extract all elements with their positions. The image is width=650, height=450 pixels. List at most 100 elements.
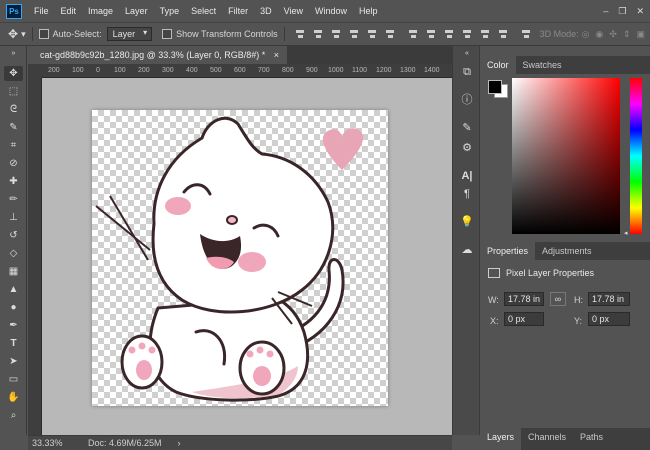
menu-3d[interactable]: 3D <box>254 0 278 22</box>
roll-3d-icon[interactable]: ◉ <box>596 29 604 40</box>
ruler-tick: 700 <box>258 67 270 74</box>
distribute-right-icon[interactable] <box>497 28 509 40</box>
status-menu-icon[interactable]: › <box>178 438 181 448</box>
auto-select-checkbox[interactable] <box>38 29 49 39</box>
vertical-ruler[interactable] <box>28 78 42 435</box>
tab-properties[interactable]: Properties <box>480 242 536 260</box>
left-toe-pad <box>138 342 146 350</box>
scale-3d-icon[interactable]: ▣ <box>636 29 645 40</box>
menu-image[interactable]: Image <box>82 0 119 22</box>
tab-paths[interactable]: Paths <box>573 428 610 450</box>
menu-layer[interactable]: Layer <box>119 0 154 22</box>
hue-slider[interactable] <box>630 78 642 234</box>
link-dimensions-icon[interactable]: ∞ <box>550 292 566 306</box>
history-panel-icon[interactable]: ⧉ <box>459 64 475 80</box>
menu-edit[interactable]: Edit <box>55 0 83 22</box>
distribute-top-icon[interactable] <box>407 28 419 40</box>
tab-layers[interactable]: Layers <box>480 428 522 450</box>
menu-filter[interactable]: Filter <box>222 0 254 22</box>
close-tab-icon[interactable]: × <box>274 50 279 60</box>
y-field[interactable]: 0 px <box>588 312 630 326</box>
slide-3d-icon[interactable]: ⇕ <box>623 29 631 40</box>
tab-color[interactable]: Color <box>480 56 516 74</box>
info-panel-icon[interactable]: ⓘ <box>459 92 475 108</box>
foreground-color-swatch[interactable] <box>488 80 502 94</box>
width-field[interactable]: 17.78 in <box>504 292 544 306</box>
height-label: H: <box>574 295 583 305</box>
align-bottom-icon[interactable] <box>330 28 342 40</box>
brush-tool-icon[interactable]: ✏ <box>4 192 23 207</box>
rectangle-tool-icon[interactable]: ▭ <box>4 372 23 387</box>
ruler-tick: 200 <box>48 67 60 74</box>
menu-select[interactable]: Select <box>185 0 222 22</box>
distribute-hcenter-icon[interactable] <box>479 28 491 40</box>
show-transform-checkbox[interactable] <box>162 29 173 39</box>
menu-view[interactable]: View <box>278 0 309 22</box>
ruler-tick: 200 <box>138 67 150 74</box>
distribute-vcenter-icon[interactable] <box>425 28 437 40</box>
pen-tool-icon[interactable]: ✒ <box>4 318 23 333</box>
zoom-level[interactable]: 33.33% <box>32 438 82 448</box>
color-picker-field[interactable] <box>512 78 620 234</box>
align-left-icon[interactable] <box>348 28 360 40</box>
tab-adjustments[interactable]: Adjustments <box>535 242 599 260</box>
brushes-panel-icon[interactable]: ✎ <box>459 120 475 136</box>
quick-select-tool-icon[interactable]: ✎ <box>4 120 23 135</box>
align-top-icon[interactable] <box>294 28 306 40</box>
tab-channels[interactable]: Channels <box>521 428 573 450</box>
blur-tool-icon[interactable]: ▲ <box>4 282 23 297</box>
clone-stamp-tool-icon[interactable]: ⊥ <box>4 210 23 225</box>
horizontal-ruler[interactable]: 200 100 0 100 200 300 400 500 600 700 80… <box>42 64 452 78</box>
crop-tool-icon[interactable]: ⌗ <box>4 138 23 153</box>
close-icon[interactable]: ✕ <box>636 6 644 17</box>
learn-panel-icon[interactable]: 💡 <box>459 214 475 230</box>
menu-type[interactable]: Type <box>154 0 186 22</box>
align-hcenter-icon[interactable] <box>366 28 378 40</box>
move-tool-icon[interactable]: ✥ <box>4 66 23 81</box>
height-field[interactable]: 17.78 in <box>588 292 630 306</box>
type-tool-icon[interactable]: T <box>4 336 23 351</box>
restore-icon[interactable]: ❐ <box>618 6 626 17</box>
paragraph-panel-icon[interactable]: ¶ <box>459 186 475 202</box>
auto-align-icon[interactable] <box>520 28 532 40</box>
document-title: cat-gd88b9c92b_1280.jpg @ 33.3% (Layer 0… <box>40 50 266 60</box>
hand-tool-icon[interactable]: ✋ <box>4 390 23 405</box>
x-field[interactable]: 0 px <box>504 312 544 326</box>
menu-window[interactable]: Window <box>309 0 353 22</box>
character-panel-icon[interactable]: A| <box>459 168 475 184</box>
move-tool-icon[interactable]: ✥ <box>8 27 18 41</box>
color-panel-tabs: Color Swatches <box>480 56 650 74</box>
history-brush-tool-icon[interactable]: ↺ <box>4 228 23 243</box>
lasso-tool-icon[interactable]: ᘓ <box>4 102 23 117</box>
eraser-tool-icon[interactable]: ◇ <box>4 246 23 261</box>
brush-settings-icon[interactable]: ⚙ <box>459 140 475 156</box>
zoom-tool-icon[interactable]: ⌕ <box>4 408 23 423</box>
menu-file[interactable]: File <box>28 0 55 22</box>
ruler-origin[interactable] <box>28 64 42 78</box>
collapse-dock-icon[interactable]: « <box>459 50 475 58</box>
menu-help[interactable]: Help <box>353 0 384 22</box>
path-selection-tool-icon[interactable]: ➤ <box>4 354 23 369</box>
tab-swatches[interactable]: Swatches <box>516 56 569 74</box>
gradient-tool-icon[interactable]: ▦ <box>4 264 23 279</box>
document-canvas[interactable] <box>92 110 388 406</box>
align-right-icon[interactable] <box>384 28 396 40</box>
align-vcenter-icon[interactable] <box>312 28 324 40</box>
healing-brush-tool-icon[interactable]: ✚ <box>4 174 23 189</box>
orbit-3d-icon[interactable]: ◎ <box>582 29 590 40</box>
hue-slider-handle-icon[interactable]: ◂ <box>624 230 630 237</box>
distribute-bottom-icon[interactable] <box>443 28 455 40</box>
eyedropper-tool-icon[interactable]: ⊘ <box>4 156 23 171</box>
auto-select-dropdown[interactable]: Layer <box>106 27 153 41</box>
y-label: Y: <box>574 316 583 326</box>
marquee-tool-icon[interactable]: ⬚ <box>4 84 23 99</box>
status-bar: 33.33% Doc: 4.69M/6.25M › <box>28 435 452 450</box>
collapse-toolbar-icon[interactable]: » <box>4 50 23 58</box>
libraries-panel-icon[interactable]: ☁ <box>459 242 475 258</box>
dodge-tool-icon[interactable]: ● <box>4 300 23 315</box>
tool-preset-chevron-icon[interactable]: ▾ <box>21 29 26 40</box>
distribute-left-icon[interactable] <box>461 28 473 40</box>
minimize-icon[interactable]: – <box>603 6 608 16</box>
document-tab[interactable]: cat-gd88b9c92b_1280.jpg @ 33.3% (Layer 0… <box>32 46 288 64</box>
pan-3d-icon[interactable]: ✣ <box>609 29 617 40</box>
